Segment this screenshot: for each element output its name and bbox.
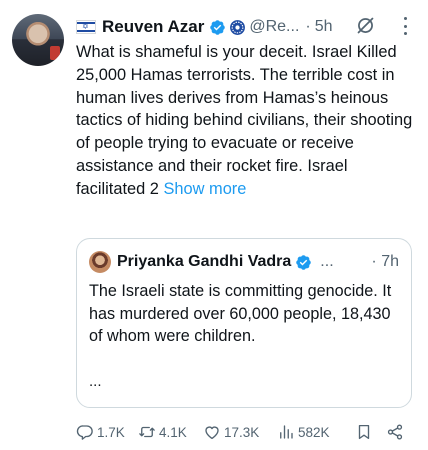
reply-button[interactable]: 1.7K (76, 420, 125, 444)
like-count: 17.3K (224, 424, 260, 440)
tweet-actions: 1.7K 4.1K 17.3K 582K (76, 420, 412, 444)
repost-button[interactable]: 4.1K (138, 420, 187, 444)
israel-flag-icon: ✡ (76, 20, 96, 34)
bookmark-button[interactable] (355, 420, 376, 444)
heart-icon (205, 426, 219, 440)
repost-icon (139, 426, 155, 438)
reply-icon (76, 425, 93, 440)
author-handle[interactable]: @Re... (249, 18, 299, 36)
quoted-tweet[interactable]: Priyanka Gandhi Vadra ... · 7h The Israe… (76, 238, 412, 408)
show-more-link[interactable]: Show more (163, 180, 246, 198)
share-icon (387, 424, 403, 440)
views-count: 582K (298, 424, 330, 440)
grok-icon[interactable] (355, 15, 376, 36)
quoted-tweet-text: The Israeli state is committing genocide… (89, 282, 392, 345)
like-button[interactable]: 17.3K (203, 420, 259, 444)
tweet-card[interactable]: ✡ Reuven Azar @Re... · 5h What is shamef… (0, 0, 428, 450)
tweet-timestamp[interactable]: 5h (315, 18, 333, 36)
author-name[interactable]: Reuven Azar (102, 17, 204, 37)
verified-badge-icon[interactable] (209, 19, 226, 36)
tweet-text: What is shameful is your deceit. Israel … (76, 41, 418, 201)
views-button[interactable]: 582K (277, 420, 330, 444)
government-affiliate-icon[interactable] (229, 19, 246, 36)
quoted-timestamp[interactable]: · 7h (371, 253, 399, 271)
repost-count: 4.1K (159, 424, 187, 440)
author-avatar[interactable] (12, 14, 64, 66)
header-separator: · (305, 18, 311, 35)
bookmark-icon (358, 424, 370, 440)
quoted-author-name[interactable]: Priyanka Gandhi Vadra (117, 253, 291, 271)
quoted-tweet-header: Priyanka Gandhi Vadra ... (117, 251, 334, 273)
quoted-truncation: ... (89, 373, 102, 390)
quoted-author-avatar[interactable] (89, 251, 111, 273)
quoted-handle-ellipsis: ... (320, 253, 334, 270)
tweet-body: What is shameful is your deceit. Israel … (76, 43, 413, 198)
views-chart-icon (280, 425, 293, 439)
tweet-header: ✡ Reuven Azar @Re... · 5h (76, 15, 333, 39)
more-options-icon[interactable] (398, 17, 412, 35)
verified-badge-icon[interactable] (295, 254, 312, 271)
share-button[interactable] (386, 420, 407, 444)
reply-count: 1.7K (97, 424, 125, 440)
